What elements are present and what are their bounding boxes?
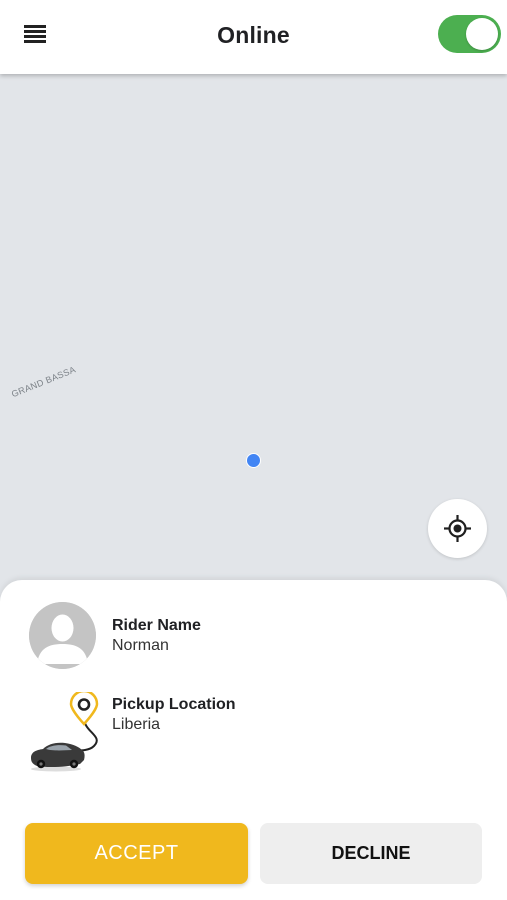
car-route-pin-icon xyxy=(31,692,99,772)
crosshair-icon xyxy=(444,515,471,542)
accept-button[interactable]: ACCEPT xyxy=(25,823,248,884)
recenter-location-button[interactable] xyxy=(428,499,487,558)
map-view[interactable]: GRAND BASSA xyxy=(0,74,507,614)
page-title: Online xyxy=(217,22,290,48)
current-location-dot xyxy=(246,453,261,468)
rider-name-value: Norman xyxy=(112,637,169,654)
pickup-location-label: Pickup Location xyxy=(112,696,236,713)
online-toggle[interactable] xyxy=(438,15,501,53)
ride-request-sheet: Rider Name Norman Pickup Location Liberi… xyxy=(0,580,507,900)
rider-name-label: Rider Name xyxy=(112,617,201,634)
toggle-knob xyxy=(466,18,498,50)
decline-button[interactable]: DECLINE xyxy=(260,823,482,884)
map-region-label: GRAND BASSA xyxy=(10,364,78,400)
person-avatar-icon xyxy=(29,602,96,669)
pickup-location-value: Liberia xyxy=(112,716,161,733)
app-header: Online xyxy=(0,0,507,74)
